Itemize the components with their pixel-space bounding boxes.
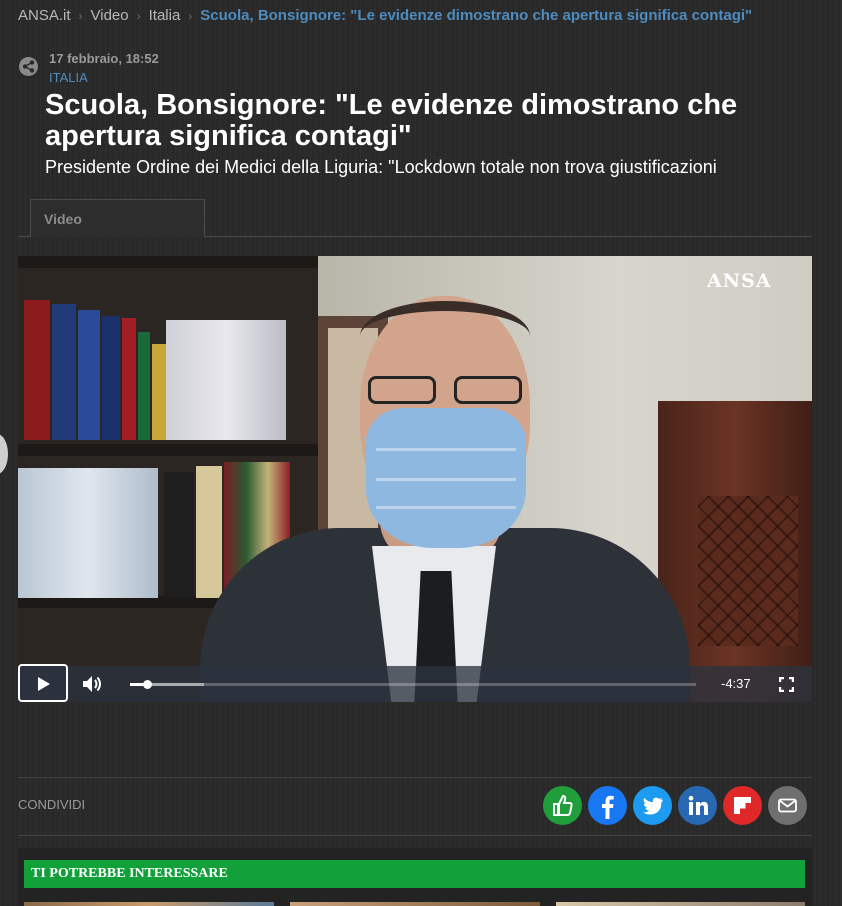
- flipboard-icon: [734, 797, 751, 814]
- twitter-icon: [643, 797, 663, 815]
- fullscreen-icon: [778, 676, 795, 693]
- volume-icon: [83, 676, 101, 692]
- breadcrumb-separator: ›: [136, 9, 141, 23]
- breadcrumb-separator: ›: [188, 9, 193, 23]
- email-button[interactable]: [768, 786, 807, 825]
- recommendation-thumbnail[interactable]: [290, 902, 540, 906]
- tab-video[interactable]: Video: [30, 199, 205, 237]
- tab-video-label: Video: [44, 211, 82, 227]
- recommendation-thumbnail[interactable]: [556, 902, 805, 906]
- breadcrumb-italia-link[interactable]: Italia: [149, 7, 181, 24]
- like-button[interactable]: [543, 786, 582, 825]
- linkedin-icon: [688, 795, 708, 815]
- video-player[interactable]: ANSA -4:37: [18, 256, 812, 702]
- time-remaining: -4:37: [721, 676, 751, 691]
- breadcrumb-video-link[interactable]: Video: [91, 7, 129, 24]
- email-icon: [778, 798, 797, 813]
- flipboard-button[interactable]: [723, 786, 762, 825]
- facebook-icon: [602, 795, 614, 819]
- recommendations-header: TI POTREBBE INTERESSARE: [24, 860, 805, 888]
- breadcrumb: ANSA.it › Video › Italia › Scuola, Bonsignore:…: [18, 7, 752, 24]
- breadcrumb-separator: ›: [78, 9, 83, 23]
- side-scroll-handle[interactable]: [0, 434, 8, 474]
- article-category[interactable]: ITALIA: [49, 70, 88, 85]
- video-speaker: [200, 296, 700, 702]
- breadcrumb-home-link[interactable]: ANSA.it: [18, 7, 71, 24]
- seek-handle[interactable]: [142, 680, 152, 689]
- play-button[interactable]: [18, 664, 68, 702]
- volume-button[interactable]: [82, 675, 104, 698]
- divider: [18, 835, 812, 836]
- article-date: 17 febbraio, 18:52: [49, 51, 159, 66]
- twitter-button[interactable]: [633, 786, 672, 825]
- progress-bar[interactable]: [130, 680, 696, 689]
- page-title: Scuola, Bonsignore: "Le evidenze dimostr…: [45, 89, 738, 152]
- facebook-button[interactable]: [588, 786, 627, 825]
- share-label: CONDIVIDI: [18, 797, 86, 812]
- recommendations-title: TI POTREBBE INTERESSARE: [31, 866, 228, 881]
- like-icon: [553, 794, 573, 816]
- play-icon: [38, 677, 50, 691]
- player-control-bar: -4:37: [18, 664, 812, 702]
- article-subtitle: Presidente Ordine dei Medici della Ligur…: [45, 157, 717, 177]
- breadcrumb-current: Scuola, Bonsignore: "Le evidenze dimostr…: [200, 7, 753, 24]
- linkedin-button[interactable]: [678, 786, 717, 825]
- share-icon[interactable]: [19, 57, 38, 76]
- fullscreen-button[interactable]: [778, 676, 795, 697]
- ansa-watermark: ANSA: [707, 270, 772, 292]
- divider: [18, 777, 812, 778]
- recommendation-thumbnail[interactable]: [24, 902, 274, 906]
